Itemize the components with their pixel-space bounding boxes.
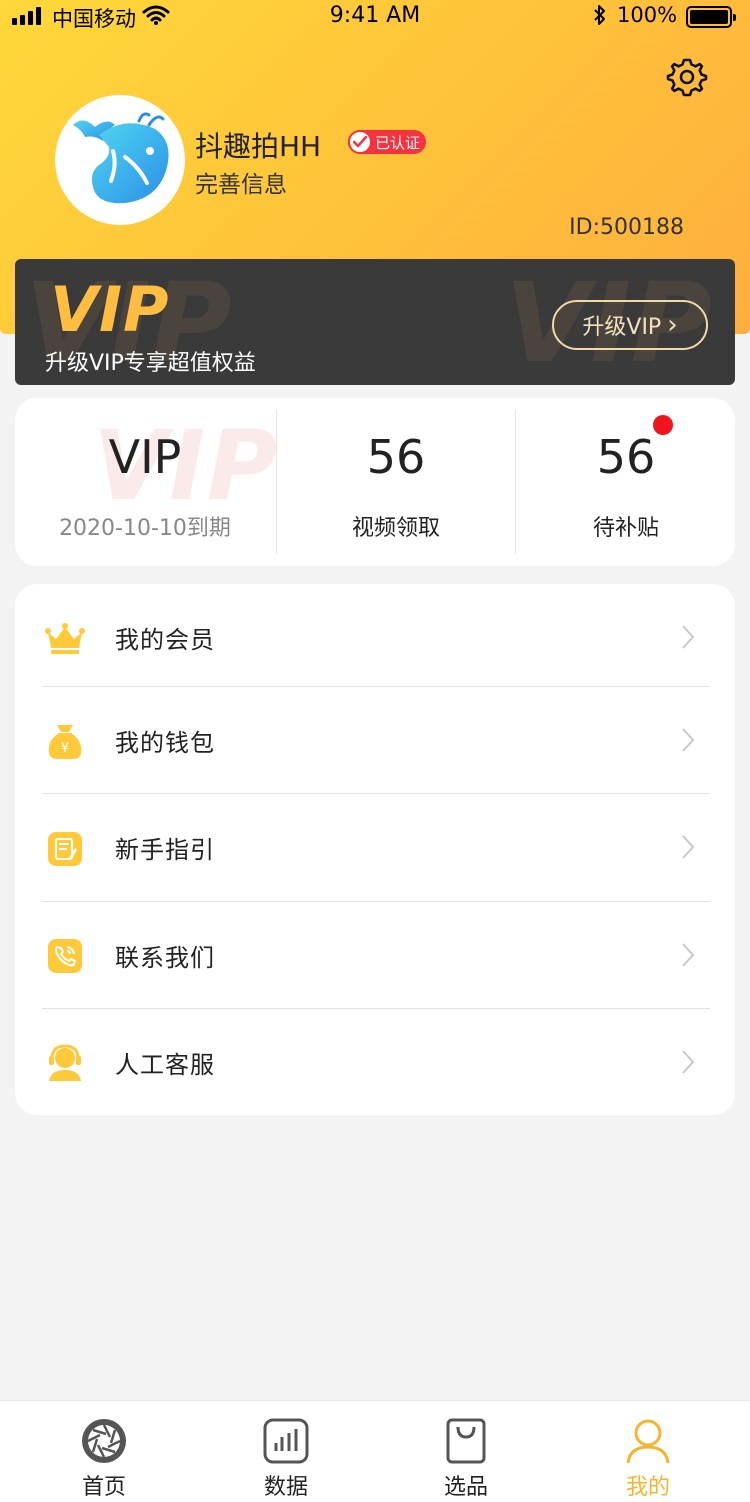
- vip-logo: VIP: [50, 273, 170, 346]
- bar-chart-icon: [263, 1418, 309, 1464]
- status-bar: 中国移动 9:41 AM 100%: [0, 0, 750, 34]
- tab-data[interactable]: 数据: [236, 1401, 336, 1502]
- chevron-right-icon: [682, 943, 695, 967]
- vip-subtitle: 升级VIP专享超值权益: [45, 351, 256, 376]
- chevron-right-icon: ›: [667, 310, 678, 340]
- chevron-right-icon: [682, 728, 695, 752]
- stat-pending-subsidy[interactable]: 56 待补贴: [517, 398, 735, 566]
- phone-icon: [48, 939, 82, 973]
- tab-mine[interactable]: 我的: [598, 1401, 698, 1502]
- menu-label: 新手指引: [115, 836, 215, 864]
- notification-dot: [653, 415, 673, 435]
- customer-service-icon: [49, 1044, 81, 1081]
- complete-info-link[interactable]: 完善信息: [195, 165, 287, 199]
- stat-value: 56: [366, 430, 426, 484]
- upgrade-vip-button[interactable]: 升级VIP ›: [552, 300, 708, 350]
- money-bag-icon: ¥: [48, 725, 82, 759]
- stat-label: 2020-10-10到期: [59, 516, 231, 541]
- user-id: ID:500188: [569, 215, 684, 240]
- whale-logo-icon: [73, 112, 169, 204]
- chevron-right-icon: [682, 835, 695, 859]
- tab-label: 我的: [625, 1475, 670, 1500]
- check-icon: [348, 130, 372, 154]
- menu-item-contact[interactable]: 联系我们: [15, 902, 735, 1008]
- stat-label: 视频领取: [351, 516, 440, 541]
- guide-note-icon: [48, 832, 82, 866]
- username: 抖趣拍HH: [195, 130, 322, 163]
- tab-label: 首页: [81, 1475, 126, 1500]
- menu-label: 人工客服: [115, 1051, 215, 1079]
- upgrade-vip-label: 升级VIP: [582, 315, 662, 340]
- menu-item-guide[interactable]: 新手指引: [15, 794, 735, 900]
- tab-selection[interactable]: 选品: [416, 1401, 516, 1502]
- gear-icon[interactable]: [665, 55, 709, 99]
- person-icon: [626, 1419, 670, 1464]
- stats-card: VIP VIP 2020-10-10到期 56 视频领取 56 待补贴: [15, 398, 735, 566]
- chevron-right-icon: [682, 625, 695, 649]
- stat-value: VIP: [108, 430, 182, 484]
- tab-label: 数据: [263, 1475, 308, 1500]
- menu-label: 联系我们: [115, 944, 215, 972]
- menu-card: 我的会员 ¥ 我的钱包 新手指引 联系我们 人工客服: [15, 584, 735, 1115]
- divider: [515, 410, 516, 554]
- vip-banner[interactable]: VIP VIP VIP 升级VIP专享超值权益 升级VIP ›: [15, 259, 735, 385]
- verified-badge: 已认证: [348, 130, 427, 154]
- crown-icon: [45, 623, 85, 654]
- battery-percentage: 100%: [617, 3, 678, 27]
- verified-label: 已认证: [375, 133, 421, 152]
- tab-bar: 首页 数据 选品 我的: [0, 1400, 750, 1502]
- chevron-right-icon: [682, 1050, 695, 1074]
- shopping-bag-icon: [446, 1418, 486, 1464]
- stat-value: 56: [596, 430, 656, 484]
- battery-icon: [686, 6, 736, 28]
- menu-item-customer-service[interactable]: 人工客服: [15, 1009, 735, 1115]
- bluetooth-icon: [592, 3, 608, 33]
- svg-text:¥: ¥: [61, 741, 69, 756]
- aperture-icon: [82, 1419, 126, 1463]
- avatar[interactable]: [55, 95, 185, 225]
- menu-item-wallet[interactable]: ¥ 我的钱包: [15, 687, 735, 793]
- menu-item-membership[interactable]: 我的会员: [15, 584, 735, 690]
- tab-home[interactable]: 首页: [54, 1401, 154, 1502]
- stat-label: 待补贴: [592, 516, 659, 541]
- menu-label: 我的会员: [115, 626, 215, 654]
- menu-label: 我的钱包: [115, 729, 215, 757]
- stat-vip[interactable]: VIP VIP 2020-10-10到期: [15, 398, 277, 566]
- stat-video-claim[interactable]: 56 视频领取: [277, 398, 515, 566]
- tab-label: 选品: [443, 1475, 488, 1500]
